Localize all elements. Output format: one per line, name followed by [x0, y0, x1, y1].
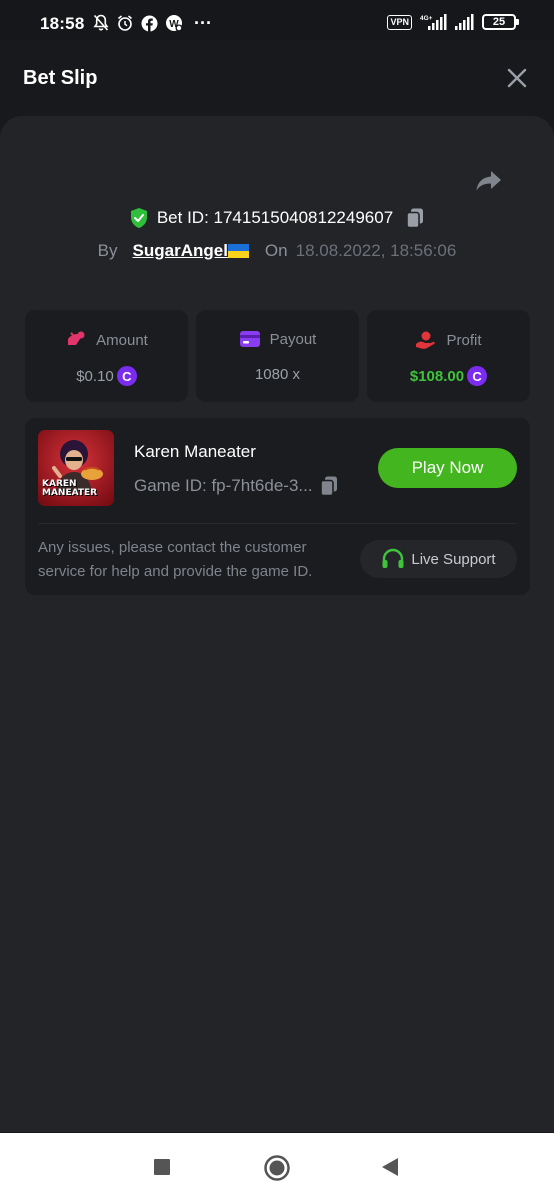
- battery-icon: 25: [482, 14, 519, 30]
- profit-hand-icon: [416, 331, 436, 349]
- system-navigation-bar: [0, 1133, 554, 1200]
- bet-meta-row: By SugarAngel On 18.08.2022, 18:56:06: [0, 241, 554, 261]
- amount-value: $0.10: [76, 367, 114, 385]
- game-name: Karen Maneater: [134, 442, 256, 461]
- back-icon[interactable]: [380, 1157, 400, 1177]
- on-label: On: [264, 241, 288, 260]
- status-time: 18:58: [40, 14, 85, 33]
- amount-label: Amount: [96, 331, 148, 349]
- by-label: By: [97, 241, 118, 260]
- bet-slip-header: Bet Slip: [0, 40, 554, 116]
- bet-date: 18.08.2022, 18:56:06: [295, 241, 457, 260]
- close-icon[interactable]: [506, 67, 528, 89]
- share-icon[interactable]: [474, 166, 504, 196]
- copy-bet-id-icon[interactable]: [405, 207, 425, 229]
- vpn-icon: VPN: [387, 14, 412, 30]
- wallet-card-icon: [239, 331, 260, 347]
- ukraine-flag-icon: [227, 244, 249, 258]
- bet-chips-icon: [68, 331, 85, 345]
- status-notification-icons: W ···: [93, 14, 212, 32]
- play-now-button[interactable]: Play Now: [378, 448, 517, 488]
- live-support-button[interactable]: Live Support: [360, 540, 517, 578]
- thumb-title-line2: MANEATER: [42, 488, 98, 498]
- app-badge-icon: W: [166, 15, 183, 32]
- status-system-icons: VPN 4G+ 25: [387, 14, 519, 30]
- bet-slip-card: [0, 116, 554, 1132]
- signal-4g-icon: 4G+: [420, 14, 447, 30]
- page-title: Bet Slip: [23, 67, 98, 89]
- game-thumbnail[interactable]: KAREN MANEATER: [38, 430, 114, 506]
- support-help-text: Any issues, please contact the customer …: [38, 539, 313, 580]
- recent-apps-icon[interactable]: [153, 1158, 171, 1176]
- facebook-icon: [141, 15, 158, 31]
- payout-label: Payout: [269, 330, 317, 348]
- bet-id-row: Bet ID: 1741515040812249607: [0, 207, 554, 229]
- live-support-label: Live Support: [411, 550, 496, 568]
- svg-text:4G+: 4G+: [420, 15, 433, 22]
- game-id-row: Game ID: fp-7ht6de-3...: [134, 475, 339, 497]
- username-link[interactable]: SugarAngel: [133, 241, 228, 261]
- bet-id: Bet ID: 1741515040812249607: [156, 208, 394, 227]
- bell-off-icon: [93, 14, 109, 31]
- game-id: Game ID: fp-7ht6de-3...: [134, 476, 313, 495]
- profit-tile: Profit $108.00 C: [367, 310, 530, 402]
- game-card: KAREN MANEATER Karen Maneater Game ID: f…: [25, 418, 530, 595]
- coin-icon: C: [467, 366, 488, 386]
- status-bar: 18:58 W ··· VPN 4G+ 25: [0, 0, 554, 40]
- profit-value: $108.00: [409, 367, 465, 385]
- home-icon[interactable]: [263, 1154, 291, 1182]
- divider: [38, 523, 517, 524]
- bet-stats: Amount $0.10 C Payout 1080 x Profit $108…: [25, 310, 530, 402]
- amount-tile: Amount $0.10 C: [25, 310, 188, 402]
- coin-icon: C: [116, 366, 137, 386]
- payout-tile: Payout 1080 x: [196, 310, 359, 402]
- headset-icon: [382, 548, 404, 568]
- shield-check-icon: [130, 208, 147, 228]
- more-notifications-icon: ···: [194, 13, 212, 33]
- signal-icon: [455, 14, 474, 30]
- profit-label: Profit: [446, 331, 482, 349]
- copy-game-id-icon[interactable]: [319, 475, 339, 497]
- payout-value: 1080 x: [254, 366, 301, 383]
- alarm-clock-icon: [117, 15, 133, 31]
